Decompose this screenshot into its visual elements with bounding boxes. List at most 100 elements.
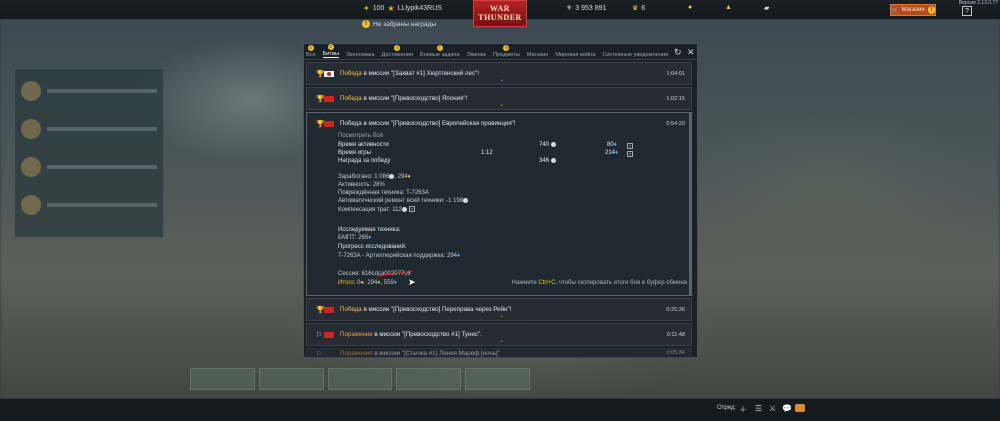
battle-result: Победа <box>340 306 362 313</box>
tab-5[interactable]: Экипаж <box>467 52 486 58</box>
tab-0[interactable]: Все! <box>306 45 316 58</box>
contacts-list-icon[interactable]: ☰ <box>755 404 762 413</box>
left-panel-row <box>21 75 157 107</box>
battle-row[interactable]: ⚐ Поражение в миссии "[Превосходство #1]… <box>306 323 692 346</box>
chevron-down-icon[interactable]: ⌄ <box>499 337 504 344</box>
battle-result: Поражение <box>340 350 373 357</box>
chevron-down-icon[interactable]: ⌄ <box>499 101 504 108</box>
silver-lions-icon <box>401 206 407 212</box>
battle-mission: в миссии "[Превосходство] Япония"! <box>361 95 468 102</box>
chat-icon[interactable]: 💬 <box>782 404 792 413</box>
battle-row[interactable]: 🏆 Победа в миссии "[Превосходство] Япони… <box>306 87 692 110</box>
vehicle-slot[interactable] <box>465 368 530 390</box>
silver-lions-icon: ⚜ <box>566 5 573 12</box>
researched-vehicles-label: Исследуемая техника: <box>338 227 401 233</box>
silver-lions[interactable]: ⚜ 3 953 891 <box>566 4 607 13</box>
left-panel-blurred <box>14 68 164 238</box>
invites-icon[interactable] <box>795 404 805 412</box>
tab-4[interactable]: Боевые задачи! <box>420 45 460 58</box>
vehicle-slot[interactable] <box>396 368 462 390</box>
player-info[interactable]: ✦ 100 ★ LLlypik43RUS <box>363 4 442 13</box>
tab-8[interactable]: Мировая война <box>555 52 595 58</box>
tab-label: Экипаж <box>466 52 487 58</box>
silver-lions-icon <box>389 174 395 179</box>
vehicle-slot[interactable] <box>190 368 255 390</box>
battle-row[interactable]: 🏆 Победа в миссии "[Захват #1] Хюртгенск… <box>306 62 692 85</box>
battle-row[interactable]: ⚐ Поражение в миссии "[Стычка #1] Линия … <box>306 348 692 358</box>
vehicle-slot[interactable] <box>258 368 324 390</box>
left-panel-icon <box>21 81 41 101</box>
flag-japan-icon <box>324 71 334 77</box>
game-logo[interactable]: WAR THUNDER <box>473 0 527 27</box>
tab-label: Боевые задачи <box>420 52 460 58</box>
activity-time-sl-value: 740 <box>539 142 550 149</box>
battle-row-expanded[interactable]: 🏆 Победа в миссии "[Превосходство] Европ… <box>306 112 692 296</box>
squad-label: Отряд: <box>717 405 737 411</box>
battle-time: 0:11:48 <box>666 332 685 338</box>
expanded-header: 🏆 Победа в миссии "[Превосходство] Европ… <box>307 113 691 131</box>
unclaimed-rewards[interactable]: ! Не забраны награды <box>362 20 436 28</box>
activity-time-label: Время активности <box>338 142 389 148</box>
top-bar: ✦ 100 ★ LLlypik43RUS WAR THUNDER ⚜ 3 953… <box>0 0 1000 27</box>
alert-icon: ! <box>362 20 370 28</box>
total-sl: 559 <box>383 280 394 286</box>
activity-time-sl: 740 <box>539 142 556 148</box>
help-button[interactable]: ? <box>962 6 972 16</box>
close-icon[interactable]: ✕ <box>687 47 695 58</box>
items-button[interactable]: ▰ <box>764 4 769 12</box>
battle-time: 0:25:36 <box>666 307 685 313</box>
eagles-value: 6 <box>641 4 646 12</box>
research-points-icon: ♦ <box>368 235 372 241</box>
tab-9[interactable]: Системные уведомления <box>602 52 668 58</box>
chevron-down-icon[interactable]: ⌄ <box>499 76 504 83</box>
watch-battle-link[interactable]: Посмотреть бой <box>338 133 383 139</box>
tab-6[interactable]: Предметы! <box>493 45 520 58</box>
research-progress-label: Прогресс исследований: <box>338 244 407 250</box>
tab-1[interactable]: Битвы! <box>322 44 339 58</box>
battle-row[interactable]: 🏆 Победа в миссии "[Превосходство] Переп… <box>306 298 692 321</box>
info-icon[interactable]: ? <box>408 206 415 212</box>
trophy-icon: 🏆 <box>316 71 325 78</box>
damaged-vehicles: Повреждённая техника: T-7263A <box>338 190 429 196</box>
research-points-icon: ♦ <box>407 174 411 181</box>
compensation-value: 112 <box>392 207 402 213</box>
refresh-icon[interactable]: ↻ <box>674 47 682 58</box>
chevron-down-icon[interactable]: ⌄ <box>499 312 504 319</box>
vehicle-slot[interactable] <box>327 368 393 390</box>
silver-lions-value: 3 953 891 <box>575 4 607 12</box>
battle-mission: в миссии "[Превосходство #1] Тунис". <box>372 331 482 338</box>
details-scrollbar[interactable] <box>689 113 691 295</box>
research-item-value: 294 <box>446 253 457 259</box>
battle-result: Победа <box>340 120 362 127</box>
vehicle-slots <box>190 368 530 390</box>
play-time-value: 1:12 <box>481 150 493 156</box>
add-squad-member-icon[interactable]: ＋ <box>739 404 747 415</box>
tab-badge: ! <box>436 45 443 51</box>
defeat-icon: ⚐ <box>316 332 323 339</box>
info-icon[interactable]: ? <box>627 143 633 149</box>
tab-7[interactable]: Магазин <box>527 52 549 58</box>
compensation-line: Компенсация трат: 112 ? <box>338 206 415 213</box>
research-item-label: T-7263A - Артиллерийская поддержка: <box>338 253 446 259</box>
player-name: LLlypik43RUS <box>397 5 442 12</box>
notifications-button[interactable]: ● <box>688 4 692 11</box>
left-panel-line <box>47 127 157 131</box>
tab-2[interactable]: Экономика <box>346 52 375 58</box>
tab-badge: ! <box>394 45 401 51</box>
battle-title: Поражение в миссии "[Стычка #1] Линия Ма… <box>340 350 500 357</box>
info-icon[interactable]: ? <box>627 151 633 157</box>
battle-mission: в миссии "[Превосходство] Европейская пр… <box>361 120 516 127</box>
activity-percent: Активность: 28% <box>338 182 385 188</box>
battle-result: Поражение <box>340 331 373 338</box>
research-points-icon: ♦ <box>615 150 619 156</box>
mouse-cursor-icon: ➤ <box>408 277 416 287</box>
tab-3[interactable]: Достижения! <box>382 45 413 58</box>
clans-icon[interactable]: ⚔ <box>769 404 776 413</box>
eagles[interactable]: ♛ 6 <box>632 4 646 13</box>
profile-button[interactable]: ▲ <box>725 4 732 11</box>
battle-log-window: Все! Битвы! Экономика Достижения! Боевые зад… <box>303 43 698 358</box>
eagles-icon: ♛ <box>632 5 639 12</box>
total-rp: 294 <box>367 280 378 286</box>
shop-button[interactable]: 🛒 Магазин ! <box>890 4 936 16</box>
bmpt-value: 265 <box>358 235 369 241</box>
